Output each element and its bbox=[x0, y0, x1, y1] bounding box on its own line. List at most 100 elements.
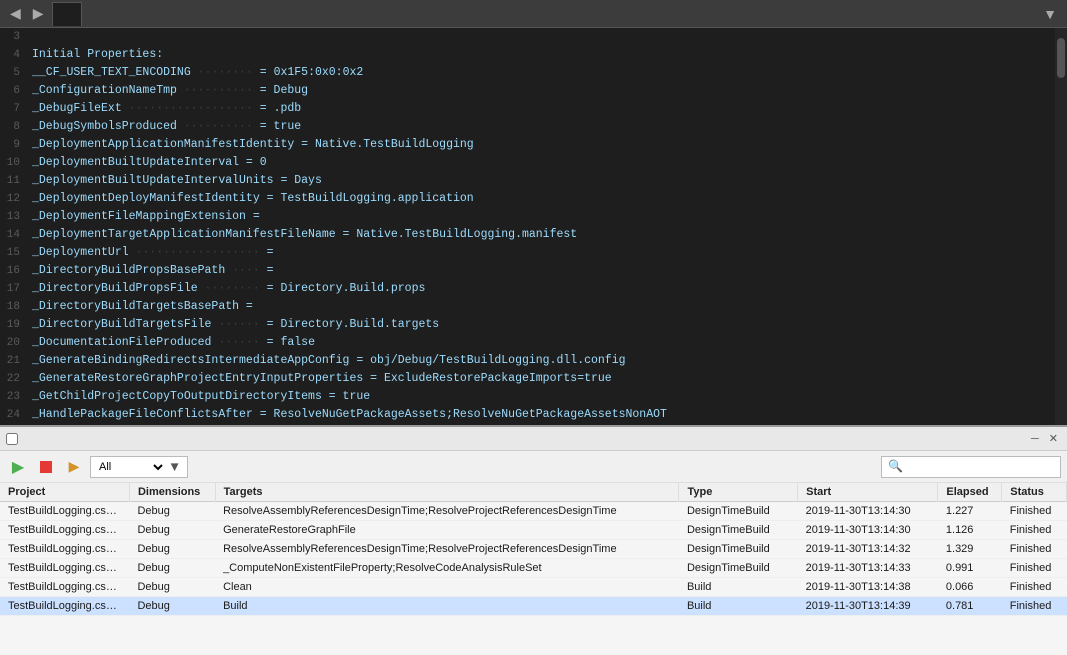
line-number: 20 bbox=[0, 334, 32, 352]
line-number: 24 bbox=[0, 406, 32, 424]
cell-dimensions: Debug bbox=[129, 597, 215, 616]
col-header-type: Type bbox=[679, 483, 798, 502]
line-content: _GenerateRestoreGraphProjectEntryInputPr… bbox=[32, 370, 612, 388]
line-content: _DeploymentTargetApplicationManifestFile… bbox=[32, 226, 577, 244]
table-row[interactable]: TestBuildLogging.csprojDebugResolveAssem… bbox=[0, 540, 1067, 559]
col-header-elapsed: Elapsed bbox=[938, 483, 1002, 502]
cell-status: Finished bbox=[1002, 540, 1067, 559]
line-number: 6 bbox=[0, 82, 32, 100]
code-line: 15 _DeploymentUrl ·················· = bbox=[0, 244, 1067, 262]
cell-project: TestBuildLogging.csproj bbox=[0, 502, 129, 521]
panel-close-button[interactable]: ✕ bbox=[1046, 432, 1061, 445]
search-icon: 🔍 bbox=[888, 459, 903, 474]
scrollbar-thumb[interactable] bbox=[1057, 38, 1065, 78]
tab-next-button[interactable]: ▶ bbox=[27, 3, 50, 24]
cell-type: DesignTimeBuild bbox=[679, 521, 798, 540]
line-content: _DirectoryBuildTargetsFile ······ = Dire… bbox=[32, 316, 439, 334]
line-number: 10 bbox=[0, 154, 32, 172]
cell-start: 2019-11-30T13:14:38 bbox=[798, 578, 938, 597]
line-content: _DebugFileExt ·················· = .pdb bbox=[32, 100, 301, 118]
line-content: _DeploymentDeployManifestIdentity = Test… bbox=[32, 190, 474, 208]
code-line: 4 Initial Properties: bbox=[0, 46, 1067, 64]
cell-type: Build bbox=[679, 578, 798, 597]
stop-button[interactable] bbox=[34, 455, 58, 479]
line-number: 16 bbox=[0, 262, 32, 280]
table-row[interactable]: TestBuildLogging.csprojDebug_ComputeNonE… bbox=[0, 559, 1067, 578]
cell-targets: _ComputeNonExistentFileProperty;ResolveC… bbox=[215, 559, 679, 578]
panel-toolbar: ▶ ▶ All Errors Warnings Messages ▼ 🔍 bbox=[0, 451, 1067, 483]
cell-elapsed: 1.227 bbox=[938, 502, 1002, 521]
line-content: _DocumentationFileProduced ······ = fals… bbox=[32, 334, 315, 352]
filter-dropdown-button[interactable]: ▼ bbox=[166, 459, 183, 474]
cell-type: Build bbox=[679, 597, 798, 616]
line-content: __CF_USER_TEXT_ENCODING ········ = 0x1F5… bbox=[32, 64, 363, 82]
line-number: 19 bbox=[0, 316, 32, 334]
cell-type: DesignTimeBuild bbox=[679, 502, 798, 521]
cell-targets: ResolveAssemblyReferencesDesignTime;Reso… bbox=[215, 540, 679, 559]
table-row[interactable]: TestBuildLogging.csprojDebugBuildBuild20… bbox=[0, 597, 1067, 616]
cell-dimensions: Debug bbox=[129, 540, 215, 559]
col-header-status: Status bbox=[1002, 483, 1067, 502]
line-number: 17 bbox=[0, 280, 32, 298]
cell-status: Finished bbox=[1002, 597, 1067, 616]
cell-targets: GenerateRestoreGraphFile bbox=[215, 521, 679, 540]
line-number: 9 bbox=[0, 136, 32, 154]
col-header-targets: Targets bbox=[215, 483, 679, 502]
cell-type: DesignTimeBuild bbox=[679, 540, 798, 559]
line-number: 18 bbox=[0, 298, 32, 316]
table-row[interactable]: TestBuildLogging.csprojDebugCleanBuild20… bbox=[0, 578, 1067, 597]
search-input[interactable] bbox=[907, 461, 1054, 473]
line-content: _DeploymentBuiltUpdateIntervalUnits = Da… bbox=[32, 172, 322, 190]
code-line: 12 _DeploymentDeployManifestIdentity = T… bbox=[0, 190, 1067, 208]
code-line: 13 _DeploymentFileMappingExtension = bbox=[0, 208, 1067, 226]
cell-elapsed: 1.329 bbox=[938, 540, 1002, 559]
panel-checkbox[interactable] bbox=[6, 433, 18, 445]
play-icon: ▶ bbox=[12, 457, 24, 477]
editor-area: 34 Initial Properties:5 __CF_USER_TEXT_E… bbox=[0, 28, 1067, 425]
cell-start: 2019-11-30T13:14:30 bbox=[798, 502, 938, 521]
cell-status: Finished bbox=[1002, 521, 1067, 540]
code-line: 8 _DebugSymbolsProduced ·········· = tru… bbox=[0, 118, 1067, 136]
line-content: _DeploymentUrl ·················· = bbox=[32, 244, 274, 262]
code-line: 6 _ConfigurationNameTmp ·········· = Deb… bbox=[0, 82, 1067, 100]
panel-titlebar: ─ ✕ bbox=[0, 427, 1067, 451]
clear-button[interactable]: ▶ bbox=[62, 455, 86, 479]
code-lines: 34 Initial Properties:5 __CF_USER_TEXT_E… bbox=[0, 28, 1067, 425]
cell-targets: Build bbox=[215, 597, 679, 616]
table-row[interactable]: TestBuildLogging.csprojDebugResolveAssem… bbox=[0, 502, 1067, 521]
line-content: _DirectoryBuildPropsBasePath ···· = bbox=[32, 262, 274, 280]
line-number: 7 bbox=[0, 100, 32, 118]
code-line: 9 _DeploymentApplicationManifestIdentity… bbox=[0, 136, 1067, 154]
line-number: 13 bbox=[0, 208, 32, 226]
clear-icon: ▶ bbox=[69, 458, 80, 475]
filter-select[interactable]: All Errors Warnings Messages bbox=[95, 460, 166, 474]
cell-start: 2019-11-30T13:14:39 bbox=[798, 597, 938, 616]
panel-minimize-button[interactable]: ─ bbox=[1028, 432, 1042, 445]
code-line: 5 __CF_USER_TEXT_ENCODING ········ = 0x1… bbox=[0, 64, 1067, 82]
cell-start: 2019-11-30T13:14:32 bbox=[798, 540, 938, 559]
line-number: 11 bbox=[0, 172, 32, 190]
line-content: _GenerateBindingRedirectsIntermediateApp… bbox=[32, 352, 626, 370]
cell-start: 2019-11-30T13:14:30 bbox=[798, 521, 938, 540]
scrollbar-track[interactable] bbox=[1055, 28, 1067, 425]
cell-targets: Clean bbox=[215, 578, 679, 597]
code-line: 11 _DeploymentBuiltUpdateIntervalUnits =… bbox=[0, 172, 1067, 190]
line-content: _DebugSymbolsProduced ·········· = true bbox=[32, 118, 301, 136]
tab-dropdown-button[interactable]: ▼ bbox=[1037, 4, 1063, 24]
play-button[interactable]: ▶ bbox=[6, 455, 30, 479]
col-header-dimensions: Dimensions bbox=[129, 483, 215, 502]
cell-project: TestBuildLogging.csproj bbox=[0, 578, 129, 597]
build-logging-panel: ─ ✕ ▶ ▶ All Errors Warnings Messages ▼ 🔍 bbox=[0, 425, 1067, 655]
code-line: 20 _DocumentationFileProduced ······ = f… bbox=[0, 334, 1067, 352]
table-row[interactable]: TestBuildLogging.csprojDebugGenerateRest… bbox=[0, 521, 1067, 540]
tab-prev-button[interactable]: ◀ bbox=[4, 3, 27, 24]
code-line: 18 _DirectoryBuildTargetsBasePath = bbox=[0, 298, 1067, 316]
cell-project: TestBuildLogging.csproj bbox=[0, 597, 129, 616]
cell-targets: ResolveAssemblyReferencesDesignTime;Reso… bbox=[215, 502, 679, 521]
table-body: TestBuildLogging.csprojDebugResolveAssem… bbox=[0, 502, 1067, 616]
cell-status: Finished bbox=[1002, 502, 1067, 521]
code-line: 17 _DirectoryBuildPropsFile ········ = D… bbox=[0, 280, 1067, 298]
active-tab[interactable] bbox=[52, 2, 82, 26]
cell-elapsed: 0.781 bbox=[938, 597, 1002, 616]
line-number: 3 bbox=[0, 28, 32, 46]
